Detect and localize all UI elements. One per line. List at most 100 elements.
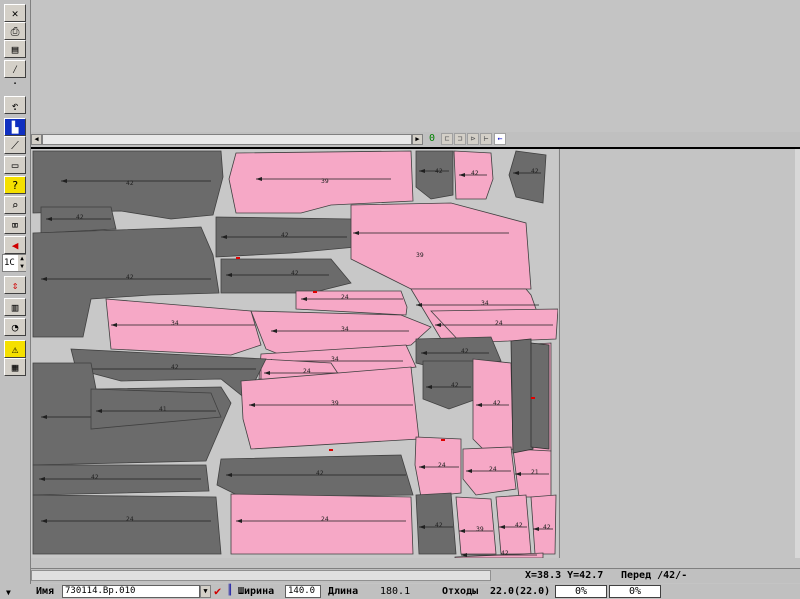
step-icon[interactable]: ⊢ bbox=[480, 133, 492, 145]
notch-mark bbox=[531, 397, 535, 399]
flip-icon[interactable]: ⇕ bbox=[4, 276, 26, 294]
marker-piece[interactable] bbox=[508, 150, 547, 204]
piece-size-label: 42 bbox=[515, 522, 523, 529]
piece-size-label: 42 bbox=[461, 348, 469, 355]
tape-icon[interactable]: ◔ bbox=[4, 318, 26, 336]
piece-size-label: 42 bbox=[316, 470, 324, 477]
piece-size-label: 24 bbox=[303, 368, 311, 375]
report-icon[interactable]: ▦ bbox=[4, 358, 26, 376]
chevron-down-icon[interactable]: ▼ bbox=[200, 585, 211, 598]
piece-size-label: 39 bbox=[416, 252, 424, 259]
check-icon[interactable]: ✔ bbox=[214, 584, 221, 598]
notch-mark bbox=[236, 257, 240, 259]
piece-size-label: 34 bbox=[481, 300, 489, 307]
length-value: 180.1 bbox=[380, 586, 411, 597]
piece-size-label: 21 bbox=[531, 469, 539, 476]
next-icon[interactable]: ⊳ bbox=[467, 133, 479, 145]
marker-piece[interactable] bbox=[105, 298, 262, 356]
status-bar-top: X=38.3 Y=42.7 Перед /42/- bbox=[31, 568, 800, 583]
marker-piece[interactable] bbox=[216, 454, 414, 498]
marker-piece[interactable] bbox=[32, 494, 222, 555]
marker-piece[interactable] bbox=[510, 338, 534, 454]
coordinates-readout: X=38.3 Y=42.7 bbox=[525, 570, 604, 581]
arrow-left-icon[interactable]: ← bbox=[494, 133, 506, 145]
width-field[interactable]: 140.0 bbox=[285, 585, 321, 598]
scroll-value: 0 bbox=[429, 133, 436, 144]
marker-piece[interactable] bbox=[240, 366, 420, 450]
marker-piece[interactable] bbox=[295, 290, 408, 316]
length-label: Длина bbox=[328, 586, 359, 597]
marker-piece[interactable] bbox=[422, 360, 478, 410]
piece-size-label: 39 bbox=[321, 178, 329, 185]
marker-piece[interactable] bbox=[230, 493, 414, 555]
top-scroll-strip: ◀ ▶ 0 ⊏ ⊐ ⊳ ⊢ ← bbox=[31, 132, 800, 147]
empty-canvas-area[interactable] bbox=[559, 149, 800, 558]
plotter-icon[interactable]: ▤ bbox=[4, 40, 26, 58]
print-icon[interactable]: ⎙ bbox=[4, 22, 26, 40]
piece-info: Перед /42/- bbox=[621, 570, 688, 581]
piece-size-label: 42 bbox=[91, 474, 99, 481]
width-label: Ширина bbox=[238, 586, 275, 597]
piece-size-label: 42 bbox=[291, 270, 299, 277]
piece-size-label: 24 bbox=[126, 516, 134, 523]
trash-icon[interactable]: ▥ bbox=[4, 298, 26, 316]
piece-size-label: 24 bbox=[438, 462, 446, 469]
marker-piece[interactable] bbox=[495, 494, 532, 555]
scroll-down-icon[interactable]: ▼ bbox=[6, 588, 11, 597]
piece-size-label: 42 bbox=[501, 550, 509, 557]
notch-mark bbox=[313, 291, 317, 293]
piece-size-label: 42 bbox=[281, 232, 289, 239]
marker-piece[interactable] bbox=[32, 464, 210, 496]
marker-piece[interactable] bbox=[415, 150, 454, 200]
piece-size-label: 34 bbox=[331, 356, 339, 363]
piece-size-label: 42 bbox=[493, 400, 501, 407]
scroll-left-icon[interactable]: ◀ bbox=[31, 134, 42, 145]
piece-size-label: 42 bbox=[531, 168, 539, 175]
scroll-right-icon[interactable]: ▶ bbox=[412, 134, 423, 145]
piece-size-label: 39 bbox=[331, 400, 339, 407]
waste-label: Отходы bbox=[442, 586, 479, 597]
align-icon[interactable]: ⊐ bbox=[454, 133, 466, 145]
marker-area[interactable]: 42 39 42 42 42 42 42 39 42 42 24 34 34 34 24 34 42 24 42 41… bbox=[31, 149, 558, 558]
layout-mode-icon[interactable]: ▙ bbox=[4, 118, 26, 136]
marker-piece[interactable] bbox=[350, 202, 532, 290]
shrink-icon[interactable]: · bbox=[4, 78, 26, 89]
warning-icon[interactable]: ⚠ bbox=[4, 340, 26, 358]
disabled-icon[interactable]: ⌧ bbox=[4, 216, 26, 234]
notch-mark bbox=[329, 449, 333, 451]
marker-piece[interactable] bbox=[472, 358, 514, 456]
status-bar-bottom: Имя 730114.Вр.010 ▼ ✔ ║ Ширина 140.0 Дли… bbox=[0, 584, 800, 599]
waste-value: 22.0(22.0) bbox=[490, 586, 551, 597]
move-left-icon[interactable]: ◀ bbox=[4, 236, 26, 254]
split-icon[interactable]: ║ bbox=[227, 585, 235, 597]
grain-arrow bbox=[416, 303, 422, 307]
notch-mark bbox=[441, 439, 445, 441]
zoom-spinner-icon[interactable]: ▲ ▼ bbox=[18, 255, 26, 271]
horizontal-scrollbar[interactable] bbox=[31, 570, 491, 581]
piece-size-label: 42 bbox=[451, 382, 459, 389]
layout-canvas[interactable]: 42 39 42 42 42 42 42 39 42 42 24 34 34 34 24 34 42 24 42 41… bbox=[31, 149, 800, 562]
frame-icon[interactable]: ▭ bbox=[4, 156, 26, 174]
ruler-icon[interactable]: ⟋ bbox=[4, 136, 26, 154]
marker-drawing[interactable]: 42 39 42 42 42 42 42 39 42 42 24 34 34 34 24 34 42 24 42 41… bbox=[31, 149, 558, 558]
close-layout-icon[interactable]: ✕ bbox=[4, 4, 26, 22]
top-scrollbar[interactable] bbox=[42, 134, 412, 145]
piece-size-label: 24 bbox=[341, 294, 349, 301]
piece-size-label: 42 bbox=[435, 522, 443, 529]
marker-piece[interactable] bbox=[220, 258, 352, 294]
shrink-dots-icon[interactable]: · bbox=[4, 104, 26, 115]
piece-size-label: 34 bbox=[171, 320, 179, 327]
vertical-scrollbar[interactable] bbox=[795, 149, 800, 558]
piece-size-label: 34 bbox=[341, 326, 349, 333]
marker-piece[interactable] bbox=[530, 342, 550, 450]
progress-percent-2: 0% bbox=[609, 585, 661, 598]
name-label: Имя bbox=[36, 586, 55, 597]
zoom-icon[interactable]: ⌕ bbox=[4, 196, 26, 214]
piece-size-label: 24 bbox=[321, 516, 329, 523]
help-icon[interactable]: ? bbox=[4, 176, 26, 194]
piece-size-label: 39 bbox=[476, 526, 484, 533]
magic-wand-icon[interactable]: ⁄ bbox=[4, 60, 26, 78]
piece-size-label: 42 bbox=[126, 274, 134, 281]
align-left-icon[interactable]: ⊏ bbox=[441, 133, 453, 145]
name-field[interactable]: 730114.Вр.010 bbox=[62, 585, 200, 598]
